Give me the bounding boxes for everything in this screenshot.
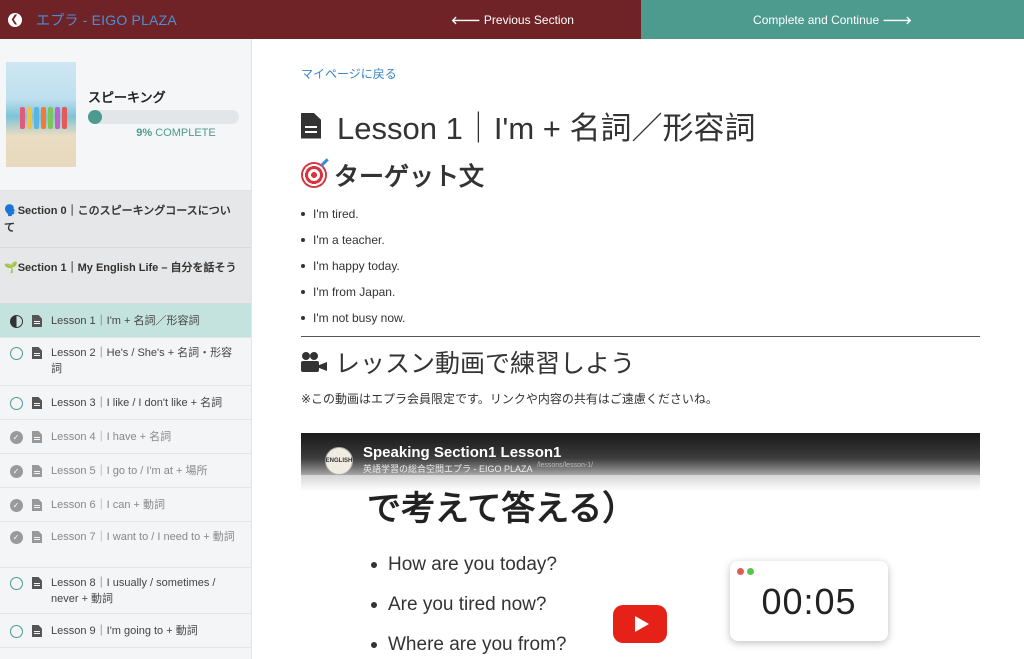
completed-check-icon: ✓: [0, 429, 32, 444]
target-sentence: I'm happy today.: [301, 253, 405, 279]
lesson-title: Lesson 7｜I want to / I need to + 動詞: [51, 531, 235, 543]
lesson-item[interactable]: ✓ Lesson 5｜I go to / I'm at + 場所: [0, 454, 251, 488]
document-icon: [301, 112, 321, 139]
lesson-item[interactable]: Lesson 1｜I'm + 名詞／形容詞: [0, 304, 251, 338]
speaking-head-icon: 🗣️: [4, 205, 18, 217]
not-started-circle-icon: [0, 575, 32, 590]
complete-and-continue-button[interactable]: Complete and Continue 🡒: [641, 0, 1024, 39]
lesson-title: Lesson 2｜He's / She's + 名詞・形容詞: [51, 347, 233, 375]
in-progress-icon: [0, 313, 32, 328]
arrow-left-icon: 🡐: [451, 14, 481, 27]
top-nav-bar: ❮ エプラ - EIGO PLAZA 🡐 Previous Section Co…: [0, 0, 1024, 39]
target-sentence: I'm from Japan.: [301, 279, 405, 305]
lesson-title: Lesson 4｜I have + 名詞: [51, 431, 172, 443]
video-slide-question: Where are you from?: [371, 625, 566, 659]
lesson-content: マイページに戻る Lesson 1｜I'm + 名詞／形容詞 ターゲット文 I'…: [253, 39, 1024, 659]
movie-camera-icon: [301, 352, 327, 372]
lesson-item[interactable]: ✓ Lesson 7｜I want to / I need to + 動詞: [0, 522, 251, 568]
course-progress-text: 9% COMPLETE: [136, 127, 216, 139]
previous-section-button[interactable]: 🡐 Previous Section: [384, 0, 641, 39]
lesson-item[interactable]: Lesson 9｜I'm going to + 動詞: [0, 614, 251, 648]
document-icon: [32, 397, 42, 409]
lesson-title: Lesson 1｜I'm + 名詞／形容詞: [51, 315, 200, 327]
not-started-circle-icon: [0, 623, 32, 638]
video-channel-name: 英語学習の総合空間エプラ - EIGO PLAZA: [363, 464, 533, 474]
bullseye-icon: [301, 162, 327, 188]
document-icon: [32, 577, 42, 589]
document-icon: [32, 531, 42, 543]
lesson-title: Lesson 5｜I go to / I'm at + 場所: [51, 465, 208, 477]
arrow-right-icon: 🡒: [882, 14, 912, 27]
lesson-item[interactable]: ✓ Lesson 4｜I have + 名詞: [0, 420, 251, 454]
document-icon: [32, 315, 42, 327]
course-title: スピーキング: [88, 90, 166, 105]
lesson-title: Lesson 6｜I can + 動詞: [51, 499, 166, 511]
section-header-0[interactable]: 🗣️Section 0｜このスピーキングコースについて: [0, 191, 251, 248]
site-title[interactable]: エプラ - EIGO PLAZA: [36, 10, 177, 30]
divider: [301, 336, 980, 337]
channel-avatar[interactable]: ENGLISH: [325, 447, 353, 475]
document-icon: [32, 347, 42, 359]
seedling-icon: 🌱: [4, 262, 18, 274]
target-sentence: I'm tired.: [301, 201, 405, 227]
video-notice: ※この動画はエプラ会員限定です。リンクや内容の共有はご遠慮くださいね。: [301, 392, 718, 406]
not-started-circle-icon: [0, 345, 32, 360]
site-home-link[interactable]: ❮ エプラ - EIGO PLAZA: [0, 0, 384, 39]
lesson-item[interactable]: Lesson 2｜He's / She's + 名詞・形容詞: [0, 338, 251, 386]
course-progress-bar: [88, 110, 239, 124]
previous-section-label: Previous Section: [483, 12, 574, 27]
target-sentence: I'm not busy now.: [301, 305, 405, 331]
video-url-fragment: /lessons/lesson-1/: [537, 462, 594, 469]
document-icon: [32, 431, 42, 443]
course-thumbnail: [6, 62, 76, 167]
lesson-item[interactable]: Lesson 3｜I like / I don't like + 名詞: [0, 386, 251, 420]
not-started-circle-icon: [0, 395, 32, 410]
lesson-list: Lesson 1｜I'm + 名詞／形容詞 Lesson 2｜He's / She…: [0, 304, 251, 648]
lesson-item[interactable]: ✓ Lesson 6｜I can + 動詞: [0, 488, 251, 522]
target-sentence: I'm a teacher.: [301, 227, 405, 253]
video-title[interactable]: Speaking Section1 Lesson1: [363, 444, 561, 461]
document-icon: [32, 465, 42, 477]
target-sentence-list: I'm tired. I'm a teacher. I'm happy toda…: [301, 201, 405, 331]
course-header: スピーキング 9% COMPLETE: [0, 39, 251, 191]
video-timer-text: 00:05: [761, 581, 857, 622]
complete-and-continue-label: Complete and Continue: [753, 12, 880, 27]
video-heading: レッスン動画で練習しよう: [301, 344, 635, 380]
back-to-mypage-link[interactable]: マイページに戻る: [301, 65, 397, 82]
lesson-title: Lesson 1｜I'm + 名詞／形容詞: [301, 103, 756, 148]
video-slide-question: Are you tired now?: [371, 585, 566, 625]
document-icon: [32, 499, 42, 511]
video-slide-question: How are you today?: [371, 545, 566, 585]
document-icon: [32, 625, 42, 637]
lesson-title: Lesson 9｜I'm going to + 動詞: [51, 625, 198, 637]
video-player[interactable]: で考えて答える） How are you today? Are you tire…: [301, 433, 980, 659]
play-icon: [634, 616, 649, 632]
play-button[interactable]: [613, 605, 667, 643]
video-timer-window: 00:05: [730, 561, 888, 641]
lesson-item[interactable]: Lesson 8｜I usually / sometimes / never +…: [0, 568, 251, 614]
course-sidebar: スピーキング 9% COMPLETE 🗣️Section 0｜このスピーキングコ…: [0, 39, 252, 659]
video-slide-questions: How are you today? Are you tired now? Wh…: [371, 545, 566, 659]
lesson-title: Lesson 8｜I usually / sometimes / never +…: [51, 577, 216, 605]
back-circle-icon[interactable]: ❮: [8, 12, 22, 27]
lesson-title: Lesson 3｜I like / I don't like + 名詞: [51, 397, 223, 409]
completed-check-icon: ✓: [0, 463, 32, 478]
completed-check-icon: ✓: [0, 497, 32, 512]
target-heading: ターゲット文: [301, 157, 484, 193]
section-header-1[interactable]: 🌱Section 1｜My English Life – 自分を話そう: [0, 248, 251, 304]
completed-check-icon: ✓: [0, 529, 32, 544]
